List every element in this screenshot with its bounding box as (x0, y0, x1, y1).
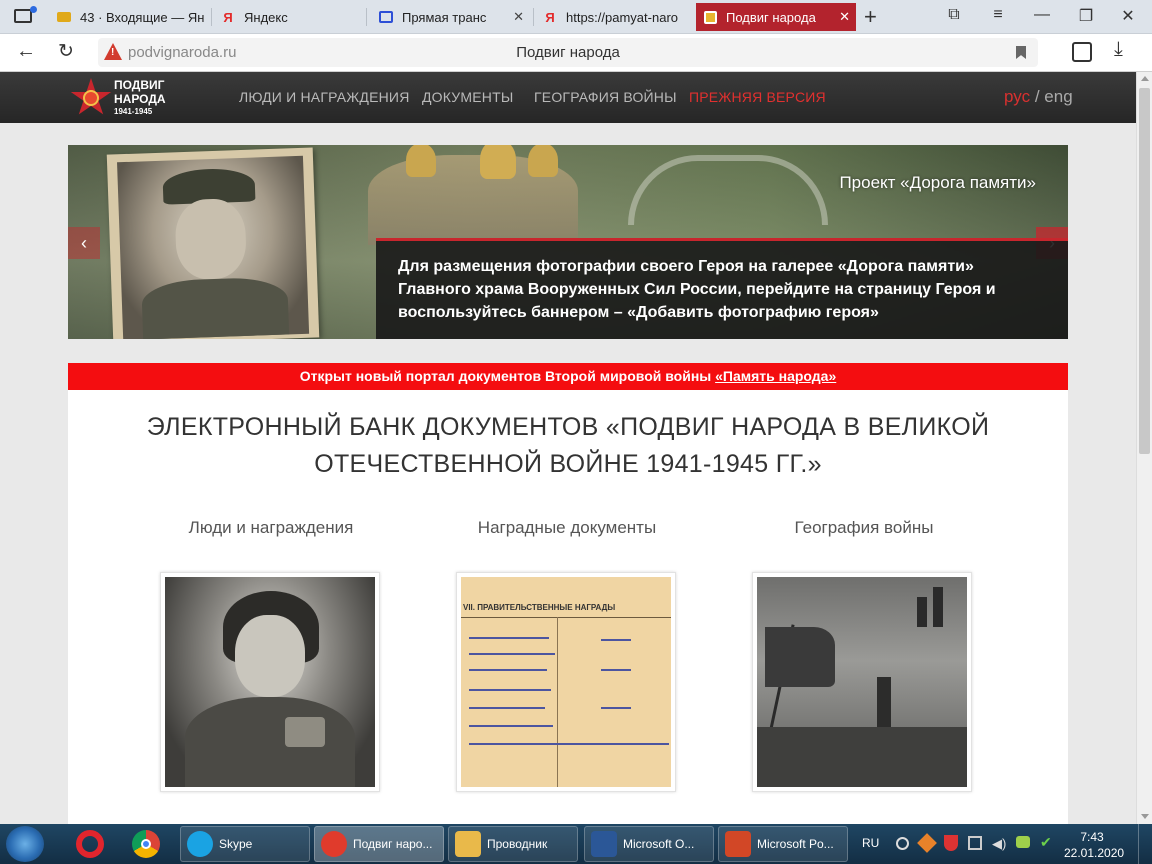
new-portal-alert: Открыт новый портал документов Второй ми… (68, 363, 1068, 390)
language-switch: рус / eng (1004, 87, 1073, 106)
tray-check-icon[interactable]: ✔ (1040, 834, 1052, 851)
scroll-down-icon[interactable] (1141, 814, 1149, 819)
tab-pamyat-naroda[interactable]: Я https://pamyat-naro (536, 3, 694, 31)
lang-eng[interactable]: eng (1044, 87, 1072, 106)
nav-people-awards[interactable]: ЛЮДИ И НАГРАЖДЕНИЯ (239, 89, 410, 105)
project-title: Проект «Дорога памяти» (839, 173, 1036, 192)
tray-chat-icon[interactable] (1016, 836, 1030, 848)
mail-icon (56, 9, 72, 25)
scroll-up-icon[interactable] (1141, 76, 1149, 81)
scroll-thumb[interactable] (1139, 88, 1150, 454)
banner-caption: Для размещения фотографии своего Героя н… (376, 238, 1068, 339)
category-card-award-docs[interactable]: VII. ПРАВИТЕЛЬСТВЕННЫЕ НАГРАДЫ (456, 572, 676, 792)
main-content: Открыт новый портал документов Второй ми… (68, 363, 1068, 824)
browser-tab-bar: 43 · Входящие — Ян Я Яндекс Прямая транс… (0, 0, 1152, 34)
tab-manager-icon[interactable] (14, 9, 32, 23)
clock-date[interactable]: 22.01.2020 (1064, 846, 1124, 860)
taskbar-powerpoint[interactable]: Microsoft Po... (718, 826, 848, 862)
folder-icon (455, 831, 481, 857)
help-icon[interactable] (896, 837, 909, 850)
woman-pilot-photo (165, 577, 375, 787)
menu-icon[interactable]: ≡ (986, 6, 1010, 24)
clock-time[interactable]: 7:43 (1064, 830, 1120, 844)
powerpoint-icon (725, 831, 751, 857)
lang-rus[interactable]: рус (1004, 87, 1030, 106)
back-icon[interactable]: ← (16, 40, 36, 63)
page-heading: ЭЛЕКТРОННЫЙ БАНК ДОКУМЕНТОВ «ПОДВИГ НАРО… (146, 413, 990, 478)
nav-old-version[interactable]: ПРЕЖНЯЯ ВЕРСИЯ (689, 89, 826, 105)
yandex-icon: Я (545, 9, 555, 25)
taskbar-explorer[interactable]: Проводник (448, 826, 578, 862)
opera-icon[interactable] (76, 830, 104, 858)
tab-live-stream[interactable]: Прямая транс ✕ (372, 3, 530, 31)
nav-war-geography[interactable]: ГЕОГРАФИЯ ВОЙНЫ (534, 89, 677, 105)
taskbar-word[interactable]: Microsoft O... (584, 826, 714, 862)
site-logo[interactable]: ПОДВИГ НАРОДА 1941-1945 (68, 76, 198, 120)
show-desktop-button[interactable] (1138, 824, 1152, 864)
banner-text: Для размещения фотографии своего Героя н… (398, 258, 996, 321)
translate-icon[interactable] (1072, 42, 1092, 62)
close-window-icon[interactable]: ✕ (1116, 6, 1140, 26)
start-button[interactable] (6, 826, 44, 862)
category-title-people[interactable]: Люди и награждения (141, 518, 401, 538)
order-icon (702, 9, 718, 25)
yandex-icon: Я (223, 9, 233, 25)
reload-icon[interactable]: ↻ (58, 40, 74, 63)
video-icon (378, 9, 394, 25)
url-field[interactable]: ! podvignaroda.ru Подвиг народа (98, 38, 1038, 67)
close-tab-icon[interactable]: ✕ (839, 9, 850, 25)
address-bar: ← ↻ ! podvignaroda.ru Подвиг народа ⤓ (0, 34, 1152, 72)
restore-icon[interactable]: ❐ (1074, 6, 1098, 26)
tab-yandex[interactable]: Я Яндекс (214, 3, 364, 31)
pamyat-naroda-link[interactable]: «Память народа» (715, 368, 836, 384)
award-document-photo: VII. ПРАВИТЕЛЬСТВЕННЫЕ НАГРАДЫ (461, 577, 671, 787)
close-tab-icon[interactable]: ✕ (513, 9, 524, 25)
input-language[interactable]: RU (862, 836, 879, 850)
notification-dot-icon (30, 6, 37, 13)
page-scrollbar[interactable] (1136, 72, 1152, 824)
category-card-geography[interactable] (752, 572, 972, 792)
volume-icon[interactable]: ◀) (992, 836, 1006, 852)
tab-mail[interactable]: 43 · Входящие — Ян (50, 3, 210, 31)
taskbar-browser[interactable]: Подвиг наро... (314, 826, 444, 862)
page-title: Подвиг народа (516, 44, 620, 61)
new-tab-icon[interactable]: + (864, 4, 877, 30)
category-title-award-docs[interactable]: Наградные документы (437, 518, 697, 538)
soviet-flag-icon (765, 627, 835, 687)
minimize-icon[interactable]: — (1030, 6, 1054, 24)
soldier-portrait-photo (106, 147, 320, 339)
site-header: ПОДВИГ НАРОДА 1941-1945 ЛЮДИ И НАГРАЖДЕН… (0, 72, 1136, 123)
skype-icon (187, 831, 213, 857)
category-title-geography[interactable]: География войны (734, 518, 994, 538)
victory-banner-photo (757, 577, 967, 787)
tab-podvig-naroda[interactable]: Подвиг народа ✕ (696, 3, 856, 31)
download-icon[interactable]: ⤓ (1114, 38, 1123, 61)
taskbar-skype[interactable]: Skype (180, 826, 310, 862)
url-text: podvignaroda.ru (128, 44, 237, 61)
bookmark-icon[interactable] (1016, 46, 1026, 59)
carousel-prev-button[interactable]: ‹ (68, 227, 100, 259)
yandex-browser-icon (321, 831, 347, 857)
bookmarks-panel-icon[interactable]: ⧉ (942, 6, 966, 24)
word-icon (591, 831, 617, 857)
tray-app-icon[interactable] (917, 833, 937, 853)
promo-banner[interactable]: Проект «Дорога памяти» ‹ › Для размещени… (68, 145, 1068, 339)
windows-taskbar: Skype Подвиг наро... Проводник Microsoft… (0, 824, 1152, 864)
antivirus-icon[interactable] (944, 835, 958, 851)
network-icon[interactable] (968, 836, 982, 850)
nav-documents[interactable]: ДОКУМЕНТЫ (422, 89, 513, 105)
category-card-people[interactable] (160, 572, 380, 792)
